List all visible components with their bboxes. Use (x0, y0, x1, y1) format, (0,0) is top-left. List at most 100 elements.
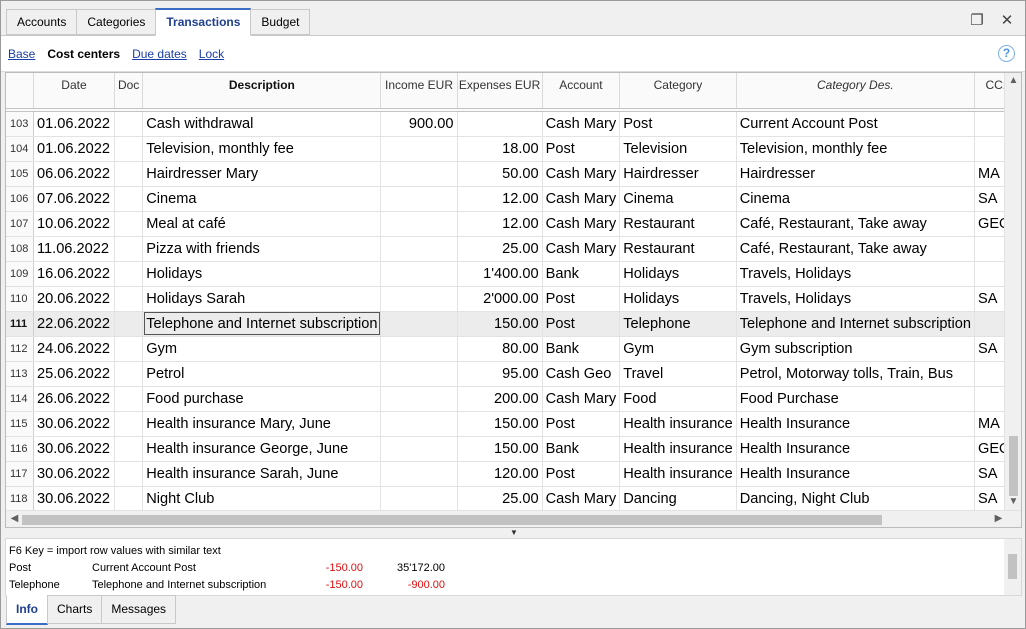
date-cell[interactable]: 01.06.2022 (33, 111, 115, 137)
date-cell[interactable]: 26.06.2022 (33, 386, 115, 412)
column-header-description[interactable]: Description (142, 73, 382, 109)
date-cell[interactable]: 30.06.2022 (33, 411, 115, 437)
view-link-lock[interactable]: Lock (199, 47, 224, 61)
account-cell[interactable]: Bank (542, 436, 621, 462)
tab-accounts[interactable]: Accounts (6, 9, 78, 35)
row-number[interactable]: 110 (6, 286, 34, 312)
category-cell[interactable]: Holidays (619, 261, 737, 287)
table-row[interactable]: 111 22.06.2022 Telephone and Internet subs… (6, 311, 1021, 337)
description-cell[interactable]: Hairdresser Mary (142, 161, 382, 187)
date-cell[interactable]: 16.06.2022 (33, 261, 115, 287)
category-description-cell[interactable]: Hairdresser (736, 161, 975, 187)
horizontal-scroll-thumb[interactable] (22, 515, 882, 525)
income-cell[interactable] (380, 211, 458, 237)
account-cell[interactable]: Bank (542, 336, 621, 362)
view-link-due-dates[interactable]: Due dates (132, 47, 187, 61)
income-cell[interactable] (380, 436, 458, 462)
category-cell[interactable]: Telephone (619, 311, 737, 337)
expenses-cell[interactable]: 25.00 (457, 236, 543, 262)
row-number[interactable]: 117 (6, 461, 34, 487)
category-cell[interactable]: Food (619, 386, 737, 412)
doc-cell[interactable] (114, 486, 144, 512)
income-cell[interactable] (380, 336, 458, 362)
info-scrollbar[interactable] (1004, 539, 1021, 595)
category-cell[interactable]: Hairdresser (619, 161, 737, 187)
category-description-cell[interactable]: Gym subscription (736, 336, 975, 362)
column-header-account[interactable]: Account (542, 73, 621, 109)
category-cell[interactable]: Gym (619, 336, 737, 362)
description-cell[interactable]: Meal at café (142, 211, 382, 237)
description-cell[interactable]: Gym (142, 336, 382, 362)
expenses-cell[interactable]: 12.00 (457, 211, 543, 237)
expenses-cell[interactable]: 200.00 (457, 386, 543, 412)
income-cell[interactable] (380, 311, 458, 337)
category-cell[interactable]: Dancing (619, 486, 737, 512)
table-row[interactable]: 109 16.06.2022 Holidays 1'400.00 Bank Holiday… (6, 261, 1021, 287)
table-row[interactable]: 114 26.06.2022 Food purchase 200.00 Cash Mar… (6, 386, 1021, 412)
account-cell[interactable]: Post (542, 461, 621, 487)
account-cell[interactable]: Post (542, 311, 621, 337)
column-header-category-des[interactable]: Category Des. (736, 73, 975, 109)
description-cell[interactable]: Health insurance Sarah, June (142, 461, 382, 487)
table-row[interactable]: 104 01.06.2022 Television, monthly fee 18.0… (6, 136, 1021, 162)
doc-cell[interactable] (114, 311, 144, 337)
category-description-cell[interactable]: Current Account Post (736, 111, 975, 137)
date-cell[interactable]: 07.06.2022 (33, 186, 115, 212)
scroll-up-icon[interactable]: ▲ (1005, 75, 1021, 86)
category-description-cell[interactable]: Travels, Holidays (736, 261, 975, 287)
row-number[interactable]: 105 (6, 161, 34, 187)
expenses-cell[interactable]: 50.00 (457, 161, 543, 187)
expenses-cell[interactable]: 1'400.00 (457, 261, 543, 287)
date-cell[interactable]: 25.06.2022 (33, 361, 115, 387)
expenses-cell[interactable]: 95.00 (457, 361, 543, 387)
table-row[interactable]: 115 30.06.2022 Health insurance Mary, June… (6, 411, 1021, 437)
description-cell[interactable]: Cash withdrawal (142, 111, 382, 137)
row-number[interactable]: 107 (6, 211, 34, 237)
view-link-cost-centers[interactable]: Cost centers (47, 47, 120, 61)
category-description-cell[interactable]: Health Insurance (736, 461, 975, 487)
row-number[interactable]: 114 (6, 386, 34, 412)
description-cell[interactable]: Telephone and Internet subscription (142, 311, 382, 337)
column-header-expenses-eur[interactable]: Expenses EUR (457, 73, 543, 109)
category-cell[interactable]: Post (619, 111, 737, 137)
description-cell[interactable]: Holidays (142, 261, 382, 287)
date-cell[interactable]: 30.06.2022 (33, 486, 115, 512)
account-cell[interactable]: Bank (542, 261, 621, 287)
category-cell[interactable]: Health insurance (619, 411, 737, 437)
description-cell[interactable]: Night Club (142, 486, 382, 512)
income-cell[interactable] (380, 461, 458, 487)
doc-cell[interactable] (114, 286, 144, 312)
table-row[interactable]: 116 30.06.2022 Health insurance George, Ju… (6, 436, 1021, 462)
category-description-cell[interactable]: Dancing, Night Club (736, 486, 975, 512)
restore-window-icon[interactable]: ❐ (969, 12, 985, 29)
view-link-base[interactable]: Base (8, 47, 35, 61)
row-number[interactable]: 104 (6, 136, 34, 162)
table-row[interactable]: 110 20.06.2022 Holidays Sarah 2'000.00 Post H… (6, 286, 1021, 312)
doc-cell[interactable] (114, 436, 144, 462)
row-number[interactable]: 118 (6, 486, 34, 512)
column-header-category[interactable]: Category (619, 73, 737, 109)
date-cell[interactable]: 30.06.2022 (33, 461, 115, 487)
description-cell[interactable]: Petrol (142, 361, 382, 387)
table-row[interactable]: 112 24.06.2022 Gym 80.00 Bank Gym Gym subscrip… (6, 336, 1021, 362)
table-row[interactable]: 103 01.06.2022 Cash withdrawal 900.00 Cash M… (6, 111, 1021, 137)
column-header-date[interactable]: Date (33, 73, 115, 109)
tab-budget[interactable]: Budget (250, 9, 311, 35)
close-window-icon[interactable]: ✕ (999, 12, 1015, 29)
category-description-cell[interactable]: Café, Restaurant, Take away (736, 236, 975, 262)
date-cell[interactable]: 20.06.2022 (33, 286, 115, 312)
table-row[interactable]: 105 06.06.2022 Hairdresser Mary 50.00 Cash M… (6, 161, 1021, 187)
account-cell[interactable]: Cash Mary (542, 211, 621, 237)
expenses-cell[interactable] (457, 111, 543, 137)
account-cell[interactable]: Cash Mary (542, 111, 621, 137)
category-description-cell[interactable]: Petrol, Motorway tolls, Train, Bus (736, 361, 975, 387)
category-cell[interactable]: Health insurance (619, 436, 737, 462)
income-cell[interactable] (380, 261, 458, 287)
expenses-cell[interactable]: 120.00 (457, 461, 543, 487)
category-cell[interactable]: Travel (619, 361, 737, 387)
category-cell[interactable]: Restaurant (619, 236, 737, 262)
account-cell[interactable]: Cash Mary (542, 386, 621, 412)
account-cell[interactable]: Cash Mary (542, 161, 621, 187)
expenses-cell[interactable]: 25.00 (457, 486, 543, 512)
category-cell[interactable]: Health insurance (619, 461, 737, 487)
